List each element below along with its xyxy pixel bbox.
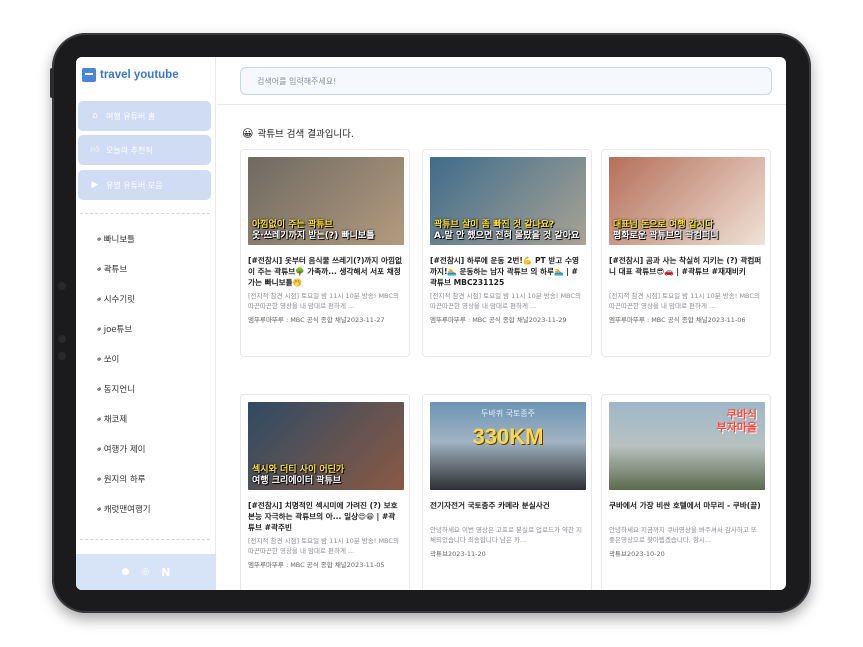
search-result-heading: 😀 곽튜브 검색 결과입니다.: [242, 126, 354, 141]
channel-name: 엠뚜루마뚜루 : MBC 공식 종합 채널: [430, 316, 529, 324]
channel-name: 엠뚜루마뚜루 : MBC 공식 종합 채널: [248, 561, 347, 569]
github-icon[interactable]: ●: [122, 567, 130, 577]
video-meta: 곽튜브2023-10-20: [609, 550, 763, 560]
video-card[interactable]: 아낌없이 주는 곽튜브 옷·쓰레기까지 받는(?) 빠니보틀 [#전참시] 옷부…: [240, 149, 410, 357]
thumbnail-headline: 330KM: [472, 424, 544, 449]
channel-link[interactable]: ⚭ 시수기릿: [94, 293, 135, 305]
thumbnail-caption: 대표님 돈으로 여행 갑시다 평화로운 곽튜브의 곽컴퍼니: [613, 220, 719, 241]
nav-home-button[interactable]: ⌂ 여행 유튜버 홈: [78, 101, 211, 131]
video-description: 안녕하세요 지금까지 쿠바영상을 봐주셔서 감사하고 또 좋은영상으로 찾아뵙겠…: [609, 526, 757, 544]
channel-link[interactable]: ⚭ 쏘이: [94, 353, 119, 365]
thumbnail-caption: 섹시와 더티 사이 어딘가 여행 크리에이터 곽튜브: [252, 465, 345, 486]
tablet-sensor-dot: [58, 335, 66, 343]
video-title[interactable]: 전기자전거 국토종주 카메라 분실사건: [430, 500, 584, 522]
thumbnail-caption: 곽튜브 살이 좀 빠진 것 같나요? A.말 안 했으면 전혀 몰랐을 것 같아…: [434, 220, 580, 241]
video-title[interactable]: [#전참시] 하루에 운동 2번!💪 PT 받고 수영까지!🏊 운동하는 남자 …: [430, 255, 584, 288]
video-description: 안녕하세요 이번 영상은 고프로 분실로 업로드가 약간 지체되었습니다 죄송합…: [430, 526, 583, 544]
notion-icon[interactable]: N: [161, 566, 170, 579]
video-title[interactable]: [#전참시] 곰과 사는 착실히 지키는 (?) 곽컴퍼니 대표 곽튜브😎🚗 |…: [609, 255, 763, 288]
brand-icon: [82, 68, 96, 82]
sidebar: travel youtube ⌂ 여행 유튜버 홈 👍︎ 오늘의 추천픽 ▶ 유…: [76, 57, 216, 590]
header-divider: [217, 104, 786, 105]
tablet-camera-dot: [58, 282, 66, 290]
brand-name: travel youtube: [100, 69, 179, 81]
sidebar-divider: [80, 539, 210, 540]
sidebar-divider: [80, 213, 210, 214]
channel-name: 곽튜브: [609, 550, 627, 558]
channel-link[interactable]: ⚭ 여행가 제이: [94, 443, 145, 455]
sidebar-footer: ● ◎ N: [76, 554, 216, 590]
video-description: [전지적 참견 시점] 토요일 밤 11시 10분 방송! MBC의 따끈따끈한…: [430, 292, 581, 310]
video-description: [전지적 참견 시점] 토요일 밤 11시 10분 방송! MBC의 따끈따끈한…: [248, 292, 399, 310]
video-description: [전지적 참견 시점] 토요일 밤 11시 10분 방송! MBC의 따끈따끈한…: [248, 537, 399, 555]
smile-emoji-icon: 😀: [242, 126, 254, 140]
upload-date: 2023-10-20: [626, 550, 665, 558]
search-result-title: 곽튜브 검색 결과입니다.: [257, 129, 354, 140]
upload-date: 2023-11-05: [346, 561, 385, 569]
thumbnail-headline: 쿠바식 부자마을: [716, 408, 757, 435]
channel-link[interactable]: ⚭ 곽튜브: [94, 263, 127, 275]
channel-link[interactable]: ⚭ 채코제: [94, 413, 127, 425]
video-card[interactable]: 쿠바식 부자마을 쿠바에서 가장 비싼 호텔에서 마무리 - 쿠바(끝) 안녕하…: [601, 394, 771, 590]
video-description: [전지적 참견 시점] 토요일 밤 11시 10분 방송! MBC의 따끈따끈한…: [609, 292, 760, 310]
thumbnail-subtitle: 두바퀴 국토종주: [480, 409, 536, 418]
video-title[interactable]: 쿠바에서 가장 비싼 호텔에서 마무리 - 쿠바(끝): [609, 500, 763, 522]
video-thumbnail[interactable]: 두바퀴 국토종주 330KM: [430, 402, 586, 490]
video-card[interactable]: 대표님 돈으로 여행 갑시다 평화로운 곽튜브의 곽컴퍼니 [#전참시] 곰과 …: [601, 149, 771, 357]
thumbs-up-icon: 👍︎: [90, 145, 100, 155]
search-input[interactable]: 검색어를 입력해주세요!: [240, 67, 772, 95]
video-thumbnail[interactable]: 쿠바식 부자마을: [609, 402, 765, 490]
nav-label: 오늘의 추천픽: [106, 145, 153, 155]
channel-name: 엠뚜루마뚜루 : MBC 공식 종합 채널: [609, 316, 708, 324]
video-meta: 엠뚜루마뚜루 : MBC 공식 종합 채널2023-11-27: [248, 316, 402, 326]
nav-famous-youtubers-button[interactable]: ▶ 유명 유튜버 모음: [78, 170, 211, 200]
channel-link[interactable]: ⚭ 원지의 하루: [94, 473, 145, 485]
video-thumbnail[interactable]: 아낌없이 주는 곽튜브 옷·쓰레기까지 받는(?) 빠니보틀: [248, 157, 404, 245]
channel-name: 곽튜브: [430, 550, 448, 558]
app-screen: travel youtube ⌂ 여행 유튜버 홈 👍︎ 오늘의 추천픽 ▶ 유…: [76, 57, 786, 590]
video-title[interactable]: [#전참시] 옷부터 음식물 쓰레기(?)까지 아낌없이 주는 곽튜브🌳 가족까…: [248, 255, 402, 288]
channel-link[interactable]: ⚭ 빠니보틀: [94, 233, 135, 245]
channel-link[interactable]: ⚭ 캐럿맨여행기: [94, 503, 150, 515]
nav-recommend-button[interactable]: 👍︎ 오늘의 추천픽: [78, 135, 211, 165]
tablet-sensor-dot: [58, 352, 66, 360]
channel-name: 엠뚜루마뚜루 : MBC 공식 종합 채널: [248, 316, 347, 324]
upload-date: 2023-11-29: [528, 316, 567, 324]
channel-link[interactable]: ⚭ joe튜브: [94, 323, 132, 335]
video-thumbnail[interactable]: 섹시와 더티 사이 어딘가 여행 크리에이터 곽튜브: [248, 402, 404, 490]
nav-label: 여행 유튜버 홈: [106, 111, 156, 121]
brand-logo[interactable]: travel youtube: [82, 68, 179, 82]
video-card[interactable]: 섹시와 더티 사이 어딘가 여행 크리에이터 곽튜브 [#전참시] 치명적인 섹…: [240, 394, 410, 590]
upload-date: 2023-11-20: [447, 550, 486, 558]
thumbnail-caption: 아낌없이 주는 곽튜브 옷·쓰레기까지 받는(?) 빠니보틀: [252, 220, 375, 241]
video-meta: 엠뚜루마뚜루 : MBC 공식 종합 채널2023-11-29: [430, 316, 584, 326]
video-thumbnail[interactable]: 곽튜브 살이 좀 빠진 것 같나요? A.말 안 했으면 전혀 몰랐을 것 같아…: [430, 157, 586, 245]
upload-date: 2023-11-06: [707, 316, 746, 324]
home-icon: ⌂: [92, 111, 98, 121]
youtube-icon: ▶: [91, 180, 99, 190]
instagram-icon[interactable]: ◎: [141, 567, 149, 577]
tablet-side-button: [50, 68, 54, 98]
video-meta: 엠뚜루마뚜루 : MBC 공식 종합 채널2023-11-05: [248, 561, 402, 571]
channel-link[interactable]: ⚭ 동지언니: [94, 383, 135, 395]
video-card[interactable]: 곽튜브 살이 좀 빠진 것 같나요? A.말 안 했으면 전혀 몰랐을 것 같아…: [422, 149, 592, 357]
nav-label: 유명 유튜버 모음: [106, 180, 163, 190]
video-card[interactable]: 두바퀴 국토종주 330KM 전기자전거 국토종주 카메라 분실사건 안녕하세요…: [422, 394, 592, 590]
video-meta: 엠뚜루마뚜루 : MBC 공식 종합 채널2023-11-06: [609, 316, 763, 326]
video-meta: 곽튜브2023-11-20: [430, 550, 584, 560]
upload-date: 2023-11-27: [346, 316, 385, 324]
video-title[interactable]: [#전참시] 치명적인 섹시미에 가려진 (?) 보호본능 자극하는 곽튜브의 …: [248, 500, 402, 533]
video-thumbnail[interactable]: 대표님 돈으로 여행 갑시다 평화로운 곽튜브의 곽컴퍼니: [609, 157, 765, 245]
